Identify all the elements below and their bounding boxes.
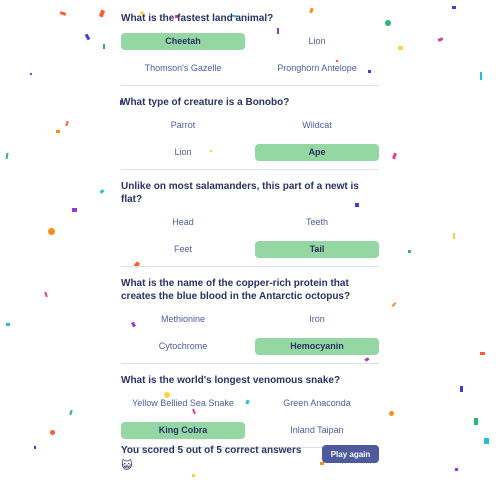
confetti-piece <box>474 418 478 425</box>
answer-option[interactable]: Yellow Bellied Sea Snake <box>121 395 245 412</box>
answer-option-correct[interactable]: Hemocyanin <box>255 338 379 355</box>
question-text: What is the world's longest venomous sna… <box>121 375 341 386</box>
confetti-piece <box>452 6 456 9</box>
question-text: What is the name of the copper-rich prot… <box>121 278 351 302</box>
answer-option[interactable]: Green Anaconda <box>255 395 379 412</box>
confetti-piece <box>44 291 48 298</box>
confetti-piece <box>65 120 69 127</box>
confetti-piece <box>389 411 394 416</box>
answer-option[interactable]: Feet <box>121 241 245 258</box>
answer-option[interactable]: Cytochrome <box>121 338 245 355</box>
answer-grid: Parrot Wildcat Lion Ape <box>121 117 379 161</box>
confetti-piece <box>6 323 10 326</box>
confetti-piece <box>385 20 391 26</box>
confetti-piece <box>437 37 444 42</box>
confetti-piece <box>98 9 106 18</box>
score-text: You scored 5 out of 5 correct answers <box>121 445 302 456</box>
confetti-piece <box>72 208 77 212</box>
quiz-results: What is the fastest land animal? Cheetah L… <box>121 0 379 448</box>
answer-option[interactable]: Parrot <box>121 117 245 134</box>
confetti-piece <box>84 33 91 41</box>
answer-option[interactable]: Thomson's Gazelle <box>121 60 245 77</box>
confetti-piece <box>480 72 482 80</box>
question-block: What is the name of the copper-rich prot… <box>121 267 379 364</box>
play-again-button[interactable]: Play again <box>322 445 379 463</box>
answer-option[interactable]: Inland Taipan <box>255 422 379 439</box>
confetti-piece <box>484 438 489 444</box>
confetti-piece <box>56 130 60 133</box>
question-block: What is the fastest land animal? Cheetah L… <box>121 0 379 86</box>
question-block: What type of creature is a Bonobo? Parrot… <box>121 86 379 170</box>
answer-option[interactable]: Methionine <box>121 311 245 328</box>
answer-grid: Cheetah Lion Thomson's Gazelle Pronghorn An… <box>121 33 379 77</box>
confetti-piece <box>48 228 55 235</box>
confetti-piece <box>50 430 55 435</box>
confetti-piece <box>59 11 67 16</box>
confetti-piece <box>480 352 485 355</box>
answer-option[interactable]: Lion <box>255 33 379 50</box>
answer-option-correct[interactable]: King Cobra <box>121 422 245 439</box>
answer-option-correct[interactable]: Cheetah <box>121 33 245 50</box>
score-footer: You scored 5 out of 5 correct answers 😺 … <box>121 441 379 475</box>
confetti-piece <box>453 233 455 239</box>
confetti-piece <box>30 73 32 75</box>
confetti-piece <box>99 189 105 194</box>
confetti-piece <box>455 468 458 471</box>
answer-grid: Yellow Bellied Sea Snake Green Anaconda Ki… <box>121 395 379 439</box>
confetti-piece <box>103 44 105 49</box>
answer-option[interactable]: Teeth <box>255 214 379 231</box>
answer-option-correct[interactable]: Ape <box>255 144 379 161</box>
answer-option-correct[interactable]: Tail <box>255 241 379 258</box>
confetti-piece <box>391 301 397 308</box>
question-text: What is the fastest land animal? <box>121 13 274 24</box>
answer-option[interactable]: Pronghorn Antelope <box>255 60 379 77</box>
confetti-piece <box>460 386 463 392</box>
answer-grid: Head Teeth Feet Tail <box>121 214 379 258</box>
question-text: Unlike on most salamanders, this part of… <box>121 181 359 205</box>
answer-grid: Methionine Iron Cytochrome Hemocyanin <box>121 311 379 355</box>
confetti-piece <box>5 152 9 160</box>
confetti-piece <box>408 250 411 253</box>
confetti-piece <box>34 446 36 449</box>
cat-emoji-icon: 😺 <box>121 460 133 472</box>
confetti-piece <box>398 46 403 50</box>
answer-option[interactable]: Iron <box>255 311 379 328</box>
answer-option[interactable]: Lion <box>121 144 245 161</box>
question-block: What is the world's longest venomous sna… <box>121 364 379 448</box>
answer-option[interactable]: Wildcat <box>255 117 379 134</box>
question-text: What type of creature is a Bonobo? <box>121 97 290 108</box>
question-block: Unlike on most salamanders, this part of… <box>121 170 379 267</box>
answer-option[interactable]: Head <box>121 214 245 231</box>
confetti-piece <box>69 409 73 416</box>
confetti-piece <box>392 152 397 160</box>
